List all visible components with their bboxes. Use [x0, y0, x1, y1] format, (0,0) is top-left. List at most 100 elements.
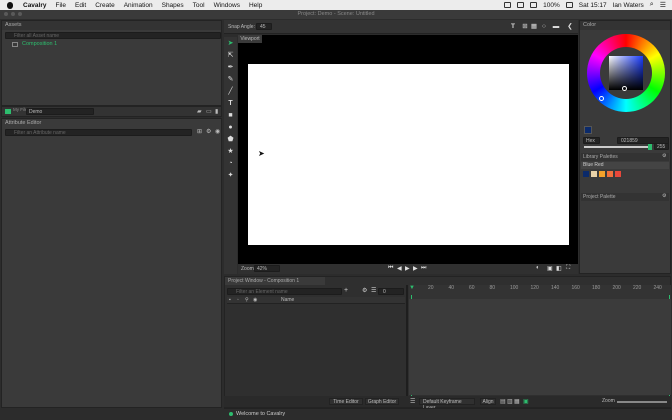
apple-icon[interactable] — [7, 1, 13, 9]
search-icon[interactable]: ⌕ — [650, 1, 654, 9]
palette-swatch[interactable] — [615, 171, 621, 177]
open-folder-icon[interactable]: ▰ — [197, 108, 202, 115]
user-name[interactable]: Ian Waters — [613, 2, 644, 9]
timeline-zoom-slider[interactable] — [617, 401, 667, 403]
snapshot-icon[interactable]: ◧ — [556, 265, 562, 272]
keyframe-icon[interactable]: ⚙ — [362, 287, 367, 294]
line-tool-icon[interactable]: ╱ — [226, 87, 235, 96]
burst-tool-icon[interactable]: ✦ — [226, 171, 235, 180]
align-right-icon[interactable]: ▦ — [514, 398, 520, 405]
hue-wheel[interactable] — [587, 34, 665, 112]
alpha-slider[interactable] — [584, 146, 650, 148]
menu-windows[interactable]: Windows — [214, 2, 240, 9]
wifi-icon[interactable] — [517, 2, 525, 8]
guides-icon[interactable]: ▦ — [530, 23, 538, 30]
hex-mode-dropdown[interactable]: Hex — [583, 137, 600, 144]
play-icon[interactable]: ▶ — [405, 265, 410, 272]
camera-icon[interactable]: ▣ — [547, 265, 553, 272]
color-picker-handle[interactable] — [622, 86, 627, 91]
lock-icon[interactable]: ▪ — [229, 297, 231, 303]
viewport[interactable]: Viewport ➤ — [238, 35, 578, 264]
menu-edit[interactable]: Edit — [75, 2, 86, 9]
attr-lock-icon[interactable]: ⊞ — [197, 128, 202, 135]
text-toggle-icon[interactable]: T — [509, 23, 517, 30]
text-tool-icon[interactable]: T — [226, 99, 235, 108]
palette-swatch[interactable] — [599, 171, 605, 177]
snap-toggle-icon[interactable]: ▣ — [523, 398, 529, 405]
first-frame-icon[interactable]: ⏮ — [388, 265, 393, 272]
attr-visibility-icon[interactable]: ◉ — [215, 128, 220, 135]
zoom-window-icon[interactable] — [18, 12, 22, 16]
time-editor-tab[interactable]: Time Editor — [329, 398, 363, 405]
keyframe-layer-dropdown[interactable]: Default Keyframe Layer — [419, 398, 475, 411]
graph-editor-tab[interactable]: Graph Editor — [365, 398, 399, 405]
splitter[interactable] — [406, 285, 408, 399]
composition-canvas[interactable] — [248, 64, 569, 245]
polygon-tool-icon[interactable]: ⬟ — [226, 135, 235, 144]
folder-icon[interactable] — [5, 109, 11, 114]
volume-icon[interactable] — [530, 2, 538, 8]
menu-app[interactable]: Cavalry — [23, 2, 47, 9]
align-center-icon[interactable]: ▥ — [507, 398, 513, 405]
timeline-tracks[interactable] — [409, 299, 671, 395]
eye-icon[interactable]: ◉ — [253, 297, 257, 303]
menu-shapes[interactable]: Shapes — [162, 2, 184, 9]
asset-item[interactable]: Composition 1 — [12, 41, 57, 47]
library-settings-icon[interactable]: ⚙ — [662, 153, 666, 159]
solo-icon[interactable]: ◦ — [237, 297, 239, 303]
assets-search-input[interactable]: Filter all Asset name — [5, 32, 221, 39]
frame-input[interactable]: 0 — [378, 288, 404, 295]
rectangle-tool-icon[interactable]: ■ — [226, 111, 235, 120]
align-left-icon[interactable]: ▤ — [500, 398, 506, 405]
keyframe-layer-icon[interactable]: ☰ — [410, 398, 415, 405]
menu-help[interactable]: Help — [249, 2, 262, 9]
hue-handle[interactable] — [599, 96, 604, 101]
element-filter-input[interactable]: Filter an Element name — [227, 288, 342, 295]
snap-angle-input[interactable]: 45 — [256, 23, 272, 30]
collapse-icon[interactable]: ❮ — [566, 23, 574, 30]
step-forward-icon[interactable]: ▶ — [413, 265, 418, 272]
pen-tool-icon[interactable]: ✒ — [226, 63, 235, 72]
palette-name[interactable]: Blue Red — [581, 162, 669, 169]
playhead-icon[interactable]: ▼ — [409, 285, 415, 295]
select-tool-icon[interactable]: ➤ — [226, 39, 235, 48]
palette-swatch[interactable] — [607, 171, 613, 177]
circle-icon[interactable]: ○ — [540, 23, 548, 30]
alpha-slider-handle[interactable] — [648, 144, 652, 150]
palette-swatch[interactable] — [591, 171, 597, 177]
render-icon[interactable]: ◐ — [536, 265, 540, 271]
ellipse-tool-icon[interactable]: ● — [226, 123, 235, 132]
battery-label[interactable]: 100% — [543, 2, 560, 9]
pencil-tool-icon[interactable]: ✎ — [226, 75, 235, 84]
direct-select-tool-icon[interactable]: ⇱ — [226, 51, 235, 60]
clock[interactable]: Sat 15:17 — [579, 2, 607, 9]
battery-icon[interactable] — [565, 2, 573, 8]
last-frame-icon[interactable]: ⏭ — [421, 265, 426, 272]
link-icon[interactable]: ⚲ — [245, 297, 249, 303]
fullscreen-icon[interactable]: ⛶ — [566, 265, 570, 272]
menu-file[interactable]: File — [56, 2, 66, 9]
menu-create[interactable]: Create — [95, 2, 115, 9]
close-window-icon[interactable] — [4, 12, 8, 16]
attribute-search-input[interactable]: Filter an Attribute name — [5, 129, 192, 136]
arc-tool-icon[interactable]: ◔ — [226, 159, 235, 168]
project-palette-settings-icon[interactable]: ⚙ — [662, 193, 666, 199]
minimize-window-icon[interactable] — [11, 12, 15, 16]
current-color-swatch[interactable] — [584, 126, 592, 134]
import-icon[interactable]: ▭ — [206, 108, 212, 115]
step-back-icon[interactable]: ◀ — [397, 265, 402, 272]
menu-tool[interactable]: Tool — [193, 2, 205, 9]
add-icon[interactable]: + — [344, 287, 348, 294]
align-button[interactable]: Align — [480, 398, 496, 405]
list-icon[interactable]: ☰ — [660, 1, 666, 9]
zoom-input[interactable]: 42% — [254, 265, 280, 272]
viewport-tab[interactable]: Viewport — [238, 35, 262, 43]
star-tool-icon[interactable]: ★ — [226, 147, 235, 156]
trash-icon[interactable]: ▮ — [215, 108, 218, 115]
alpha-input[interactable]: 255 — [654, 143, 669, 150]
files-dropdown[interactable]: Demo — [26, 108, 94, 115]
status-icon[interactable] — [504, 2, 512, 8]
overlay-icon[interactable]: ▬ — [552, 23, 560, 30]
menu-animation[interactable]: Animation — [124, 2, 153, 9]
saturation-square[interactable] — [609, 56, 643, 90]
